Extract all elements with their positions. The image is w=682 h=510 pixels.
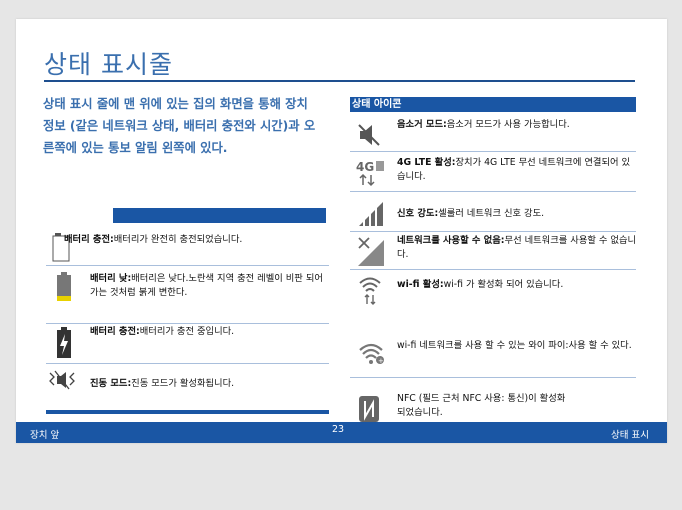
wifi-active-icon [358, 275, 382, 309]
svg-text:4G: 4G [356, 160, 374, 174]
left-row-divider [46, 363, 329, 364]
slide: 상태 표시줄 상태 표시 줄에 맨 위에 있는 집의 화면을 통해 장치 정보 … [16, 19, 667, 443]
signal-strength-icon [357, 197, 385, 231]
right-row-divider [350, 377, 636, 378]
page-number: 23 [332, 424, 345, 435]
battery-low-icon [56, 272, 72, 306]
right-row-divider [350, 269, 636, 270]
vibrate-icon [48, 369, 76, 395]
svg-text:+: + [378, 357, 384, 365]
left-row-divider [46, 265, 329, 266]
wifi-available-icon: + [358, 341, 386, 369]
right-row-3-text: 신호 강도:셀룰러 네트워크 신호 강도. [397, 208, 545, 219]
right-row-divider [350, 231, 636, 232]
footer-bar: 장치 앞 23 상태 표시 [16, 422, 667, 443]
right-row-1-text: 음소거 모드:음소거 모드가 사용 가능합니다. [397, 119, 570, 130]
right-row-6-text: wi-fi 네트워크를 사용 할 수 있는 와이 파이:사용 할 수 있다. [397, 340, 632, 351]
battery-charging-icon [56, 327, 72, 363]
footer-left-label: 장치 앞 [30, 430, 60, 441]
no-network-icon [356, 235, 386, 271]
left-row-divider [46, 323, 329, 324]
speaker-mute-icon [357, 123, 383, 151]
right-row-divider [350, 151, 636, 152]
right-row-divider [350, 191, 636, 192]
left-table-header-bar [113, 208, 326, 223]
right-row-7-text: NFC (필드 근처 NFC 사용: 통신)이 활성화 되었습니다. [397, 393, 566, 418]
title-divider [44, 80, 635, 82]
status-icons-header: 상태 아이콘 [350, 97, 636, 112]
left-row-1-text: 배터리 충전:배터리가 완전히 충전되었습니다. [64, 234, 243, 245]
page-title: 상태 표시줄 [44, 50, 173, 79]
left-table-bottom-bar [46, 410, 329, 414]
left-row-2-text: 배터리 낮:배터리은 낮다.노란색 지역 충전 레벨이 비판 되어 가는 것처럼… [90, 273, 323, 298]
right-row-2-text: 4G LTE 활성:장치가 4G LTE 무선 네트워크에 연결되어 있습니다. [397, 157, 631, 182]
intro-paragraph: 상태 표시 줄에 맨 위에 있는 집의 화면을 통해 장치 정보 (같은 네트워… [43, 97, 316, 155]
footer-right-label: 상태 표시 [611, 430, 649, 441]
right-row-4-text: 네트워크를 사용할 수 없음:무선 네트워크를 사용할 수 없습니다. [397, 235, 637, 260]
left-row-4-text: 진동 모드:진동 모드가 활성화됩니다. [90, 378, 235, 389]
right-row-5-text: wi-fi 활성:wi-fi 가 활성화 되어 있습니다. [397, 279, 564, 290]
lte-icon: 4G [354, 157, 386, 191]
left-row-3-text: 배터리 충전:배터리가 충전 중입니다. [90, 326, 235, 337]
